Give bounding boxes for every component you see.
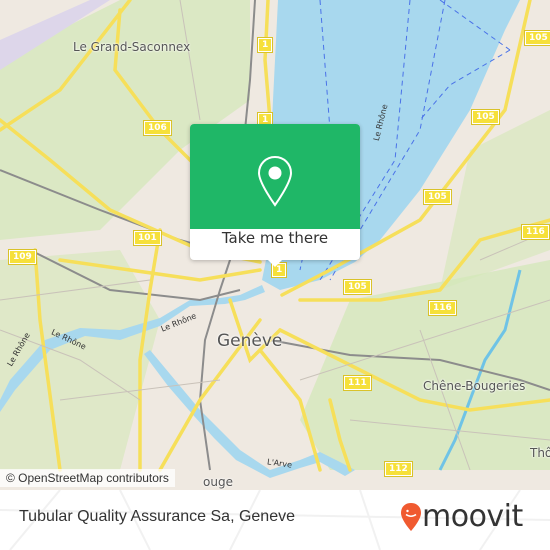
map-view[interactable]: 1 1 1 105 105 105 105 106 101 109 116 11…: [0, 0, 550, 490]
road-shield-112: 112: [384, 461, 413, 477]
moovit-logo[interactable]: moovit: [400, 502, 523, 532]
location-popup: Take me there: [190, 124, 360, 267]
place-label-chene-bougeries: Chêne-Bougeries: [423, 379, 526, 393]
place-label-grand-saconnex: Le Grand-Saconnex: [73, 40, 191, 54]
place-label-thonex: Thô: [530, 446, 550, 460]
map-attribution[interactable]: © OpenStreetMap contributors: [0, 469, 175, 487]
popup-header: [190, 124, 360, 229]
road-shield-105: 105: [423, 189, 452, 205]
place-label-carouge: ouge: [203, 475, 233, 489]
road-shield-105: 105: [471, 109, 500, 125]
location-title: Tubular Quality Assurance Sa, Geneve: [19, 508, 295, 525]
road-shield-116: 116: [428, 300, 457, 316]
popup-pointer: [268, 260, 282, 267]
road-shield-109: 109: [8, 249, 37, 265]
road-shield-106: 106: [143, 120, 172, 136]
footer-bar: Tubular Quality Assurance Sa, Geneve moo…: [0, 490, 550, 550]
road-shield-101: 101: [133, 230, 162, 246]
road-shield-116: 116: [521, 224, 550, 240]
road-shield-105: 105: [343, 279, 372, 295]
location-pin-icon: [257, 155, 293, 207]
road-shield-105: 105: [524, 30, 550, 46]
road-shield-111: 111: [343, 375, 372, 391]
place-label-geneve: Genève: [217, 331, 283, 351]
moovit-pin-icon: [401, 503, 421, 531]
road-shield-1: 1: [256, 37, 274, 53]
take-me-there-button[interactable]: Take me there: [190, 229, 360, 260]
moovit-wordmark: moovit: [422, 499, 523, 534]
